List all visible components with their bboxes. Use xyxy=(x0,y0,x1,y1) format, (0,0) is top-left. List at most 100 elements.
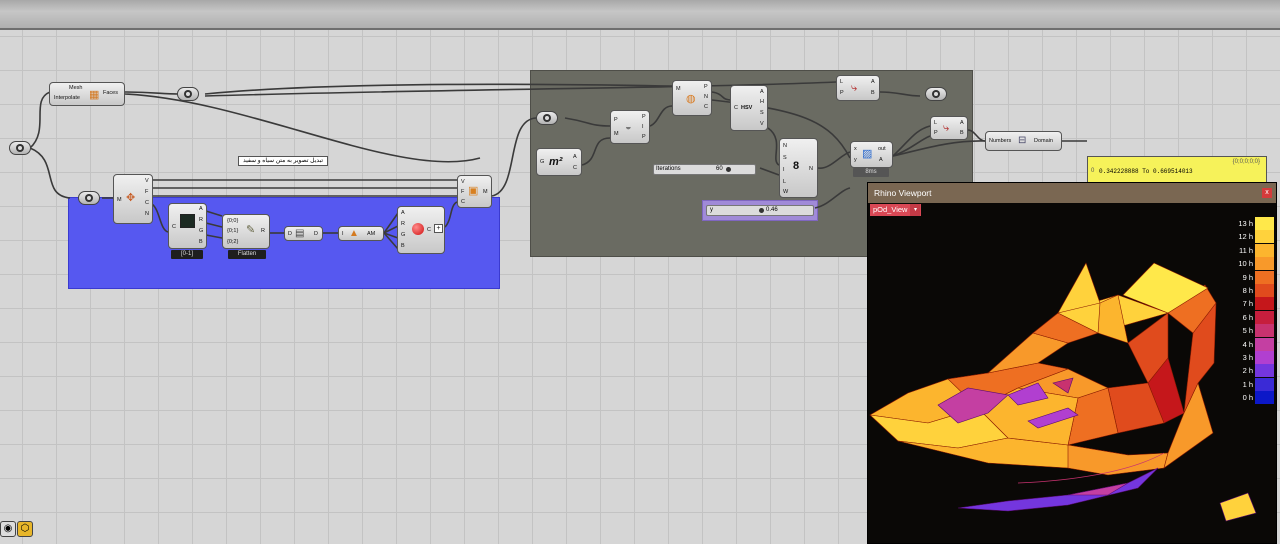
list-item-icon-2: ⤷ xyxy=(943,122,950,134)
sun-i-input-label: I xyxy=(783,167,785,173)
legend-swatch xyxy=(1255,391,1274,405)
relay-knob-4[interactable] xyxy=(536,111,558,125)
hsv-saturation-output-label: S xyxy=(760,110,764,116)
legend-swatch xyxy=(1255,217,1274,230)
sun-w-input-label: W xyxy=(783,189,789,195)
colour-argb-component[interactable]: A R G B C + xyxy=(397,206,445,254)
list2-b-output-label: B xyxy=(960,130,964,136)
legend-row: 12 h xyxy=(1221,230,1276,244)
legend-swatch xyxy=(1255,364,1274,378)
average-icon: ▲ xyxy=(349,228,359,239)
list-item-component-2[interactable]: L P ⤷ A B xyxy=(930,116,968,140)
hsv-input-label: C xyxy=(734,105,738,111)
status-bar: ◉ ⬡ xyxy=(0,519,60,544)
legend-swatch xyxy=(1255,297,1274,311)
path-2-label: {0;2} xyxy=(227,239,239,245)
average-output-label: AM xyxy=(367,231,376,237)
area-input-label: G xyxy=(540,159,545,165)
script-component[interactable]: x y ▨ out A xyxy=(850,141,893,168)
normals-output-label: N xyxy=(145,211,149,217)
iterations-slider-value: 60 xyxy=(716,166,723,172)
toolbar-strip xyxy=(0,0,1280,30)
sketch-icon[interactable]: ◉ xyxy=(0,521,16,537)
mesh-input-label: Mesh xyxy=(69,85,83,91)
relay-knob-2[interactable] xyxy=(177,87,199,101)
legend-label: 0 h xyxy=(1242,393,1253,403)
rhino-viewport-window[interactable]: Rhino Viewport x pOd_View ▾ 13 h 12 h 11… xyxy=(867,182,1277,544)
deconstruct-mesh-input-label: M xyxy=(117,197,122,203)
legend-label: 1 h xyxy=(1242,379,1253,389)
legend-label: 11 h xyxy=(1238,245,1253,255)
deconstruct-mesh-component[interactable]: M ✥ V F C N xyxy=(113,174,153,224)
panel-text: 0.342228888 To 0.669514013 xyxy=(1099,168,1193,175)
legend-label: 6 h xyxy=(1242,312,1253,322)
y-slider-label: y xyxy=(710,207,713,213)
relay-knob-5[interactable] xyxy=(925,87,947,101)
list1-a-output-label: A xyxy=(871,79,875,85)
hsv-component[interactable]: C HSV A H S V xyxy=(730,85,768,131)
legend-row: 5 h xyxy=(1221,324,1276,338)
hsv-label: HSV xyxy=(741,105,753,111)
relay-knob-1[interactable] xyxy=(9,141,31,155)
list-item-component-1[interactable]: L P ⤷ A B xyxy=(836,75,880,101)
cache-icon[interactable]: ⬡ xyxy=(17,521,33,537)
red-output-label: R xyxy=(199,217,203,223)
legend-label: 7 h xyxy=(1242,299,1253,309)
legend-row: 10 h xyxy=(1221,257,1276,271)
sun-n-input-label: N xyxy=(783,143,787,149)
script-out-label: out xyxy=(878,146,886,152)
relay-knob-3[interactable] xyxy=(78,191,100,205)
group-note-label: تبدیل تصویر به متن سیاه و سفید xyxy=(238,156,329,166)
area-icon: m² xyxy=(549,156,563,168)
add-param-button[interactable]: + xyxy=(434,224,443,233)
list1-b-output-label: B xyxy=(871,90,875,96)
colour-blue-input-label: B xyxy=(401,243,405,249)
list1-index-input-label: P xyxy=(840,90,844,96)
y-slider[interactable]: y 0.46 xyxy=(706,205,814,216)
legend-row: 7 h xyxy=(1221,297,1276,311)
sun-hours-mesh-render xyxy=(869,262,1257,522)
sun-hours-component[interactable]: N S I L W 8 N xyxy=(779,138,818,198)
construct-mesh-output-label: M xyxy=(483,189,488,195)
numbers-input-label: Numbers xyxy=(989,138,1012,144)
alpha-output-label: A xyxy=(199,206,203,212)
script-a-output-label: A xyxy=(879,157,883,163)
iterations-slider[interactable]: Iterations 60 xyxy=(653,164,756,175)
vertices-output-label: V xyxy=(145,178,149,184)
legend-row: 3 h xyxy=(1221,351,1276,364)
iterations-slider-handle[interactable] xyxy=(726,167,731,172)
flatten-component[interactable]: {0;0} {0;1} {0;2} ✎ R xyxy=(222,214,270,249)
construct-mesh-icon: ▣ xyxy=(468,185,479,197)
mesh-closest-point-component[interactable]: P M ◒ P I P xyxy=(610,110,650,144)
legend-row: 8 h xyxy=(1221,284,1276,297)
colour-output-label: C xyxy=(427,227,431,233)
legend-row: 13 h xyxy=(1221,217,1276,230)
mcp-mesh-input-label: M xyxy=(614,131,619,137)
legend-label: 12 h xyxy=(1238,232,1253,242)
legend-label: 3 h xyxy=(1242,353,1253,362)
mcp-point-input-label: P xyxy=(614,117,618,123)
data-component[interactable]: D ▤ D xyxy=(284,226,323,241)
path-1-label: {0;1} xyxy=(227,228,239,234)
area-component[interactable]: G m² A C xyxy=(536,148,582,176)
y-slider-handle[interactable] xyxy=(759,208,764,213)
faces-output-label: F xyxy=(145,189,149,195)
face-normals-component[interactable]: M ◍ P N C xyxy=(672,80,712,116)
data-input-label: D xyxy=(288,231,292,237)
list2-a-output-label: A xyxy=(960,120,964,126)
mesh-icon: ▦ xyxy=(89,89,100,101)
data-icon: ▤ xyxy=(295,228,305,239)
mcp-index-output-label: I xyxy=(642,124,644,130)
closest-point-icon: ◒ xyxy=(625,121,632,133)
colours-output-label: C xyxy=(145,200,149,206)
bounds-component[interactable]: Numbers ⊟ Domain xyxy=(985,131,1062,151)
domain-output-label: Domain xyxy=(1034,138,1053,144)
construct-faces-input-label: F xyxy=(461,189,465,195)
path-0-label: {0;0} xyxy=(227,218,239,224)
construct-mesh-component[interactable]: V F C ▣ M xyxy=(457,175,492,208)
legend-swatch xyxy=(1255,337,1274,351)
image-sampler-component[interactable]: C A R G B xyxy=(168,203,207,249)
mesh-faces-component[interactable]: Mesh Interpolate ▦ Faces xyxy=(49,82,125,106)
average-component[interactable]: I ▲ AM xyxy=(338,226,384,241)
interpolate-input-label: Interpolate xyxy=(54,95,80,101)
